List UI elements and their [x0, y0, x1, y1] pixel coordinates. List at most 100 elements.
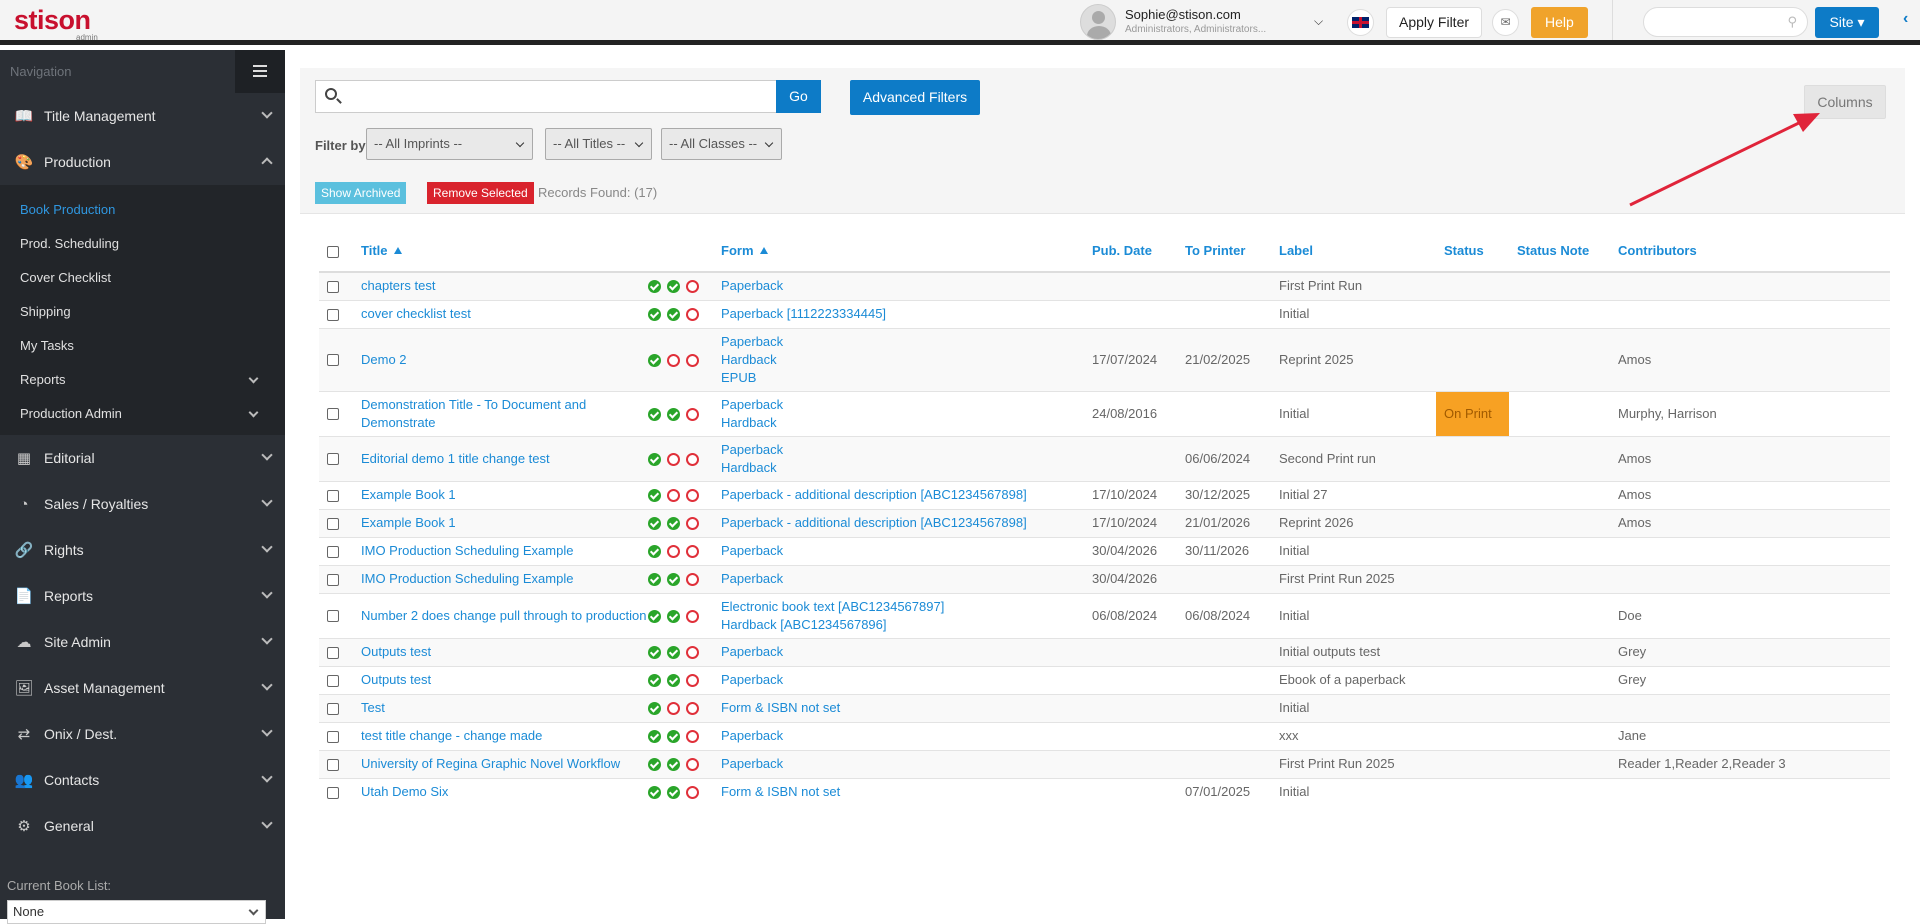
col-form[interactable]: Form	[713, 230, 1084, 273]
table-row[interactable]: Utah Demo Six Form & ISBN not set 07/01/20…	[319, 777, 1890, 806]
sidebar-item-production[interactable]: 🎨 Production	[0, 139, 285, 185]
title-link[interactable]: Demo 2	[361, 351, 407, 369]
form-link[interactable]: Hardback	[721, 415, 777, 430]
chevron-left-icon[interactable]: ‹	[1903, 10, 1908, 28]
row-checkbox[interactable]	[327, 280, 339, 293]
row-checkbox[interactable]	[327, 354, 339, 367]
title-link[interactable]: cover checklist test	[361, 305, 471, 323]
table-row[interactable]: test title change - change made Paperback…	[319, 721, 1890, 750]
form-link[interactable]: Form & ISBN not set	[721, 784, 840, 799]
row-checkbox[interactable]	[327, 408, 339, 421]
table-row[interactable]: University of Regina Graphic Novel Workf…	[319, 749, 1890, 778]
imprints-select[interactable]: -- All Imprints --	[366, 128, 533, 160]
row-checkbox[interactable]	[327, 702, 339, 715]
subnav-shipping[interactable]: Shipping	[0, 295, 285, 329]
form-link[interactable]: Paperback - additional description [ABC1…	[721, 487, 1027, 502]
form-link[interactable]: Paperback	[721, 442, 783, 457]
row-checkbox[interactable]	[327, 489, 339, 502]
title-link[interactable]: Number 2 does change pull through to pro…	[361, 607, 646, 625]
table-row[interactable]: Demo 2 Paperback Hardback EPUB 17/07/2024 21/…	[319, 327, 1890, 391]
row-checkbox[interactable]	[327, 545, 339, 558]
table-row[interactable]: Demonstration Title - To Document and De…	[319, 390, 1890, 436]
form-link[interactable]: Paperback	[721, 672, 783, 687]
row-checkbox[interactable]	[327, 730, 339, 743]
help-button[interactable]: Help	[1531, 7, 1588, 38]
sidebar-item-sales-royalties[interactable]: ◔ Sales / Royalties	[0, 481, 285, 527]
form-link[interactable]: Hardback	[721, 352, 777, 367]
subnav-my-tasks[interactable]: My Tasks	[0, 329, 285, 363]
table-row[interactable]: Example Book 1 Paperback - additional des…	[319, 508, 1890, 537]
columns-button[interactable]: Columns	[1804, 85, 1886, 119]
title-link[interactable]: Test	[361, 699, 385, 717]
title-link[interactable]: Outputs test	[361, 643, 431, 661]
col-contributors[interactable]: Contributors	[1610, 230, 1890, 273]
table-row[interactable]: Example Book 1 Paperback - additional des…	[319, 480, 1890, 509]
form-link[interactable]: Form & ISBN not set	[721, 700, 840, 715]
table-row[interactable]: Editorial demo 1 title change test Paperb…	[319, 435, 1890, 481]
table-row[interactable]: Test Form & ISBN not set Initial	[319, 693, 1890, 722]
sidebar-item-editorial[interactable]: ▦ Editorial	[0, 435, 285, 481]
table-row[interactable]: chapters test Paperback First Print Run	[319, 271, 1890, 300]
subnav-book-production[interactable]: Book Production	[0, 193, 285, 227]
site-menu-button[interactable]: Site ▾	[1815, 7, 1879, 38]
row-checkbox[interactable]	[327, 786, 339, 799]
sidebar-item-site-admin[interactable]: ☁ Site Admin	[0, 619, 285, 665]
subnav-prod-scheduling[interactable]: Prod. Scheduling	[0, 227, 285, 261]
chevron-down-icon[interactable]: ⌵	[1314, 14, 1323, 29]
title-link[interactable]: Demonstration Title - To Document and De…	[361, 396, 648, 432]
table-row[interactable]: Number 2 does change pull through to pro…	[319, 592, 1890, 638]
sidebar-item-asset-management[interactable]: 🖼 Asset Management	[0, 665, 285, 711]
table-row[interactable]: cover checklist test Paperback [111222333…	[319, 299, 1890, 328]
titles-select[interactable]: -- All Titles --	[545, 128, 652, 160]
form-link[interactable]: Paperback [1112223334445]	[721, 306, 886, 321]
title-link[interactable]: IMO Production Scheduling Example	[361, 570, 573, 588]
global-search-input[interactable]: ⚲	[1643, 7, 1808, 37]
advanced-filters-button[interactable]: Advanced Filters	[850, 80, 980, 115]
logo[interactable]: stison admin	[14, 6, 98, 42]
sidebar-item-reports[interactable]: 📄 Reports	[0, 573, 285, 619]
sidebar-item-rights[interactable]: 🔗 Rights	[0, 527, 285, 573]
col-title[interactable]: Title	[353, 230, 713, 273]
remove-selected-button[interactable]: Remove Selected	[427, 182, 534, 204]
sidebar-item-general[interactable]: ⚙ General	[0, 803, 285, 849]
title-link[interactable]: test title change - change made	[361, 727, 542, 745]
subnav-cover-checklist[interactable]: Cover Checklist	[0, 261, 285, 295]
row-checkbox[interactable]	[327, 517, 339, 530]
title-link[interactable]: University of Regina Graphic Novel Workf…	[361, 755, 620, 773]
col-status[interactable]: Status	[1436, 230, 1509, 273]
row-checkbox[interactable]	[327, 646, 339, 659]
go-button[interactable]: Go	[776, 80, 821, 113]
row-checkbox[interactable]	[327, 308, 339, 321]
language-flag-icon[interactable]	[1347, 9, 1374, 36]
classes-select[interactable]: -- All Classes --	[661, 128, 782, 160]
col-pub-date[interactable]: Pub. Date	[1084, 230, 1177, 273]
table-row[interactable]: Outputs test Paperback Ebook of a paperbac…	[319, 665, 1890, 694]
search-input[interactable]	[315, 80, 777, 113]
table-row[interactable]: Outputs test Paperback Initial outputs tes…	[319, 637, 1890, 666]
form-link[interactable]: Paperback	[721, 644, 783, 659]
form-link[interactable]: Paperback	[721, 334, 783, 349]
select-all-checkbox[interactable]	[327, 245, 339, 258]
form-link[interactable]: Electronic book text [ABC1234567897]	[721, 599, 944, 614]
title-link[interactable]: chapters test	[361, 277, 435, 295]
sidebar-item-title-management[interactable]: 📖 Title Management	[0, 93, 285, 139]
apply-filter-button[interactable]: Apply Filter	[1386, 7, 1483, 38]
form-link[interactable]: Hardback	[721, 460, 777, 475]
title-link[interactable]: Utah Demo Six	[361, 783, 448, 801]
title-link[interactable]: IMO Production Scheduling Example	[361, 542, 573, 560]
subnav-reports[interactable]: Reports	[0, 363, 285, 397]
form-link[interactable]: Paperback	[721, 728, 783, 743]
sidebar-item-contacts[interactable]: 👥 Contacts	[0, 757, 285, 803]
form-link[interactable]: Paperback	[721, 543, 783, 558]
show-archived-button[interactable]: Show Archived	[315, 182, 407, 204]
form-link[interactable]: Paperback	[721, 571, 783, 586]
form-link[interactable]: Paperback - additional description [ABC1…	[721, 515, 1027, 530]
sidebar-item-onix-dest[interactable]: ⇄ Onix / Dest.	[0, 711, 285, 757]
title-link[interactable]: Editorial demo 1 title change test	[361, 450, 550, 468]
col-label[interactable]: Label	[1271, 230, 1436, 273]
table-row[interactable]: IMO Production Scheduling Example Paperba…	[319, 536, 1890, 565]
form-link[interactable]: Paperback	[721, 397, 783, 412]
form-link[interactable]: Hardback [ABC1234567896]	[721, 617, 887, 632]
row-checkbox[interactable]	[327, 758, 339, 771]
col-status-note[interactable]: Status Note	[1509, 230, 1610, 273]
